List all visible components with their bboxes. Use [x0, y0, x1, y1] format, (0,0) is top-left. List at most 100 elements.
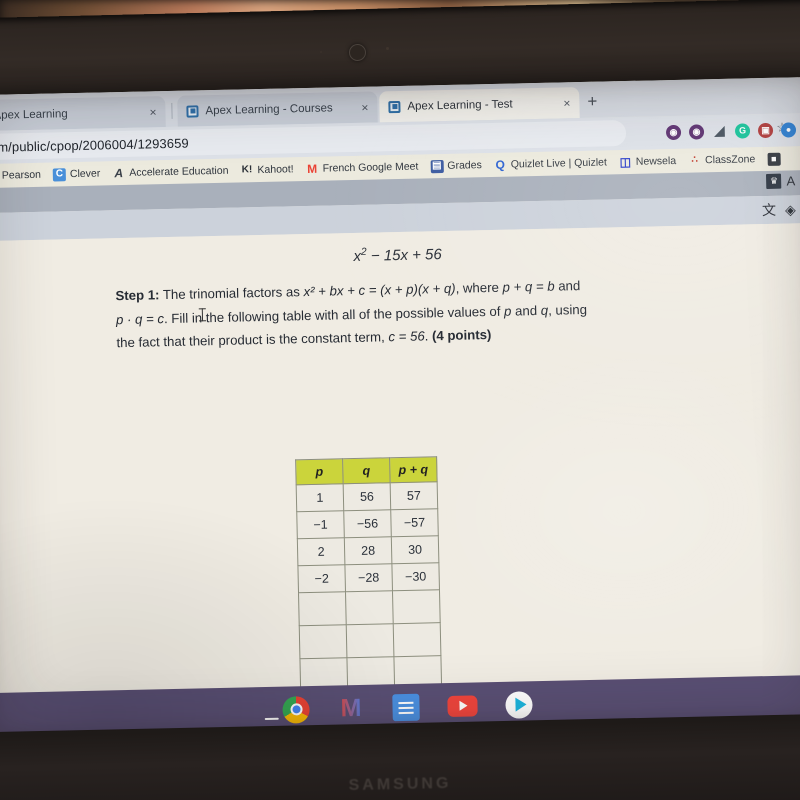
- tab-favicon: [186, 104, 199, 118]
- extra-icon[interactable]: ◈: [785, 201, 796, 218]
- youtube-icon[interactable]: [447, 694, 478, 717]
- tab-title: Apex Learning - Test: [407, 97, 513, 113]
- browser-tab-2[interactable]: Apex Learning - Test ×: [379, 87, 580, 123]
- table-header-p: p: [295, 458, 344, 485]
- cell-sum[interactable]: −30: [391, 562, 440, 591]
- cell-p[interactable]: 1: [296, 483, 344, 512]
- bookmark-label: Grades: [447, 159, 482, 172]
- step1-text-f: , using: [547, 301, 588, 318]
- bookmark-extra-icon: ■: [767, 152, 781, 166]
- chrome-active-indicator: [264, 717, 279, 721]
- table-row: −2 −28 −30: [297, 562, 440, 593]
- cell-q[interactable]: 56: [343, 482, 391, 511]
- grades-icon: ▤: [430, 159, 444, 173]
- step1-formula-1: x² + bx + c = (x + p)(x + q): [303, 280, 456, 300]
- bookmark-newsela[interactable]: ◫ Newsela: [613, 154, 683, 169]
- step1-points: (4 points): [431, 327, 492, 344]
- cell-q-empty[interactable]: [346, 623, 394, 658]
- table-header-p-plus-q: p + q: [389, 456, 438, 483]
- bookmark-label: Kahoot!: [257, 163, 294, 177]
- accelerate-education-icon: A: [114, 166, 124, 181]
- cell-q[interactable]: −56: [343, 509, 392, 538]
- problem-equation: x2 − 15x + 56: [0, 237, 800, 273]
- translate-toolbar[interactable]: 文 ◈: [762, 199, 796, 220]
- step1-text-d: . Fill in the following table with all o…: [163, 303, 505, 326]
- bookmark-label: Newsela: [635, 154, 677, 168]
- cell-sum[interactable]: 30: [391, 535, 439, 564]
- cell-sum-empty[interactable]: [393, 622, 441, 657]
- bookmark-clever[interactable]: C Clever: [47, 167, 107, 182]
- extension-purple-1-icon[interactable]: ◉: [665, 124, 682, 140]
- bookmark-french-google-meet[interactable]: M French Google Meet: [300, 160, 425, 176]
- bookmark-accelerate-education[interactable]: A Accelerate Education: [106, 164, 234, 180]
- table-header-row: p q p + q: [295, 456, 438, 485]
- gmail-m-icon: M: [307, 161, 318, 176]
- cell-q[interactable]: 28: [344, 536, 392, 565]
- quizlet-icon: Q: [495, 157, 506, 172]
- cell-p-empty[interactable]: [298, 591, 347, 626]
- google-docs-icon[interactable]: [392, 693, 420, 721]
- profile-avatar[interactable]: ●: [780, 121, 797, 138]
- bookmark-label: Pearson: [1, 168, 42, 182]
- equation-rest: − 15x + 56: [366, 246, 442, 265]
- url-text: rning.com/public/cpop/2006004/1293659: [0, 135, 189, 156]
- webcam-mic-dot: [320, 51, 322, 53]
- step1-formula-2: p + q = b: [502, 278, 555, 295]
- step1-label: Step 1:: [115, 287, 160, 304]
- cast-icon[interactable]: ◢: [712, 123, 727, 138]
- cell-q[interactable]: −28: [344, 563, 393, 592]
- laptop-photo: Apex Learning × Apex Learning - Courses …: [0, 0, 800, 800]
- step1-text-c: and: [554, 278, 581, 294]
- cell-p[interactable]: 2: [297, 537, 345, 566]
- bookmark-label: Clever: [69, 167, 101, 181]
- gmail-icon[interactable]: M: [337, 693, 365, 722]
- bookmark-label: French Google Meet: [322, 160, 419, 175]
- accessibility-icon[interactable]: ♛: [766, 173, 782, 189]
- cell-p-empty[interactable]: [299, 624, 347, 659]
- grammarly-icon[interactable]: G: [734, 122, 751, 139]
- bookmark-classzone[interactable]: ∴ ClassZone: [682, 153, 761, 168]
- play-store-icon[interactable]: [505, 690, 533, 719]
- close-icon[interactable]: ×: [149, 105, 156, 119]
- table-header-q: q: [342, 457, 391, 484]
- clever-icon: C: [52, 167, 67, 182]
- step1-formula-4: c = 56: [388, 328, 425, 345]
- step1-formula-3: p · q = c: [115, 310, 165, 327]
- kahoot-icon: K!: [241, 164, 253, 176]
- tab-title: Apex Learning: [0, 107, 68, 122]
- cell-p[interactable]: −2: [297, 564, 346, 593]
- browser-tab-1[interactable]: Apex Learning - Courses ×: [177, 91, 378, 127]
- classzone-icon: ∴: [691, 154, 698, 166]
- table-row-empty: [299, 622, 441, 659]
- step1-text-a: The trinomial factors as: [159, 284, 304, 303]
- close-icon[interactable]: ×: [563, 96, 570, 110]
- table-row: −1 −56 −57: [296, 508, 439, 539]
- step1-text-b: , where: [455, 279, 503, 296]
- lesson-page: x2 − 15x + 56 Step 1: The trinomial fact…: [0, 222, 800, 740]
- bookmark-extra[interactable]: ■: [761, 152, 790, 166]
- translate-icon[interactable]: 文: [762, 200, 776, 220]
- cell-q-empty[interactable]: [345, 590, 394, 625]
- chrome-icon[interactable]: [282, 695, 310, 724]
- extension-red-icon[interactable]: ▣: [757, 122, 774, 138]
- bookmark-label: ClassZone: [704, 153, 756, 167]
- cell-sum[interactable]: 57: [390, 481, 438, 510]
- extension-purple-2-icon[interactable]: ◉: [688, 123, 705, 140]
- accessibility-toolbar[interactable]: ♛ A: [766, 173, 795, 189]
- tab-separator: [171, 102, 173, 119]
- browser-tab-0[interactable]: Apex Learning ×: [0, 96, 166, 132]
- bookmark-pearson[interactable]: P Pearson: [0, 168, 47, 182]
- bookmark-grades[interactable]: ▤ Grades: [424, 159, 488, 173]
- extension-icons: ◉ ◉ ◢ G ▣ ●: [665, 116, 797, 145]
- cell-sum-empty[interactable]: [392, 589, 441, 624]
- webcam-indicator-dot: [386, 47, 389, 50]
- bookmark-label: Accelerate Education: [129, 164, 229, 179]
- bookmark-quizlet-live[interactable]: Q Quizlet Live | Quizlet: [488, 156, 613, 172]
- cell-p[interactable]: −1: [296, 510, 345, 539]
- close-icon[interactable]: ×: [361, 100, 368, 114]
- laptop-screen: Apex Learning × Apex Learning - Courses …: [0, 76, 800, 740]
- bookmark-kahoot[interactable]: K! Kahoot!: [234, 163, 299, 177]
- new-tab-button[interactable]: +: [587, 92, 597, 111]
- newsela-icon: ◫: [619, 154, 632, 170]
- cell-sum[interactable]: −57: [390, 508, 439, 537]
